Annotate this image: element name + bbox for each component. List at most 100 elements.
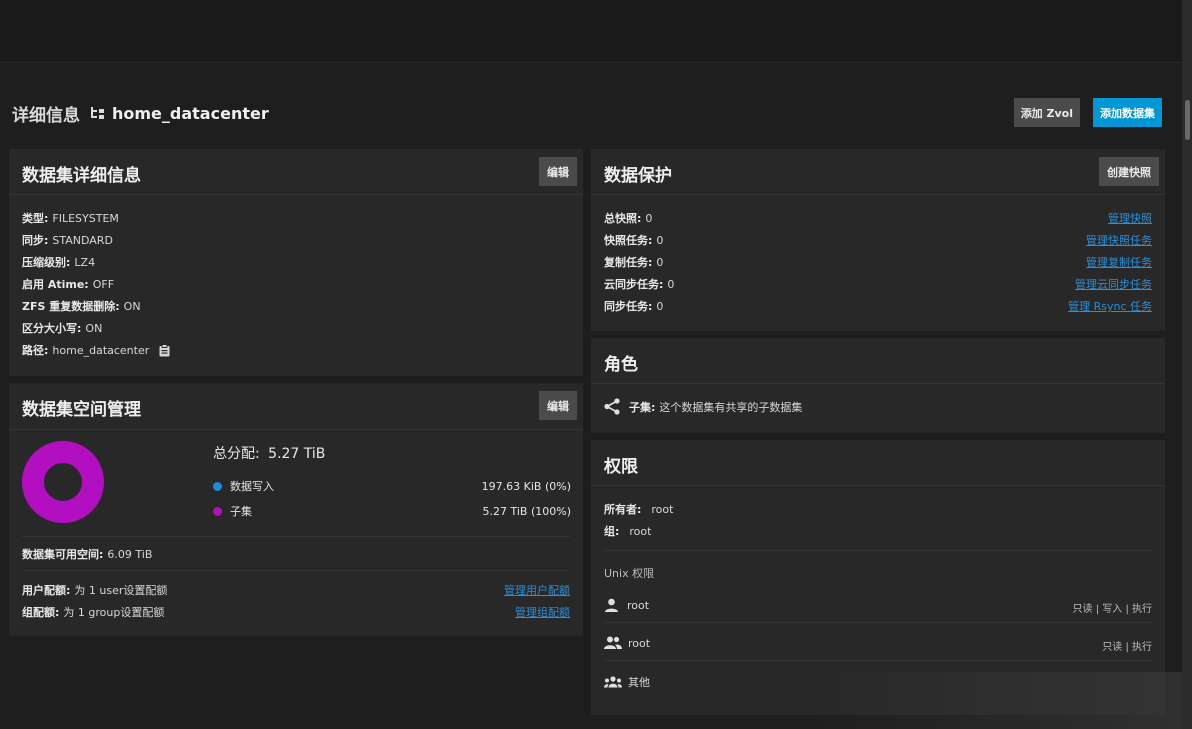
scrollbar[interactable] — [1182, 0, 1192, 729]
protection-label: 总快照: — [604, 212, 642, 225]
protection-value: 0 — [656, 299, 664, 313]
protection-row-replication: 复制任务: 0 — [604, 254, 663, 270]
legend-value: 197.63 KiB (0%) — [481, 479, 571, 493]
legend-item-children: 子集 5.27 TiB (100%) — [213, 503, 571, 519]
page-header: 详细信息 home_datacenter 添加 Zvol 添加数据集 — [12, 98, 1162, 128]
detail-row-dedup: ZFS 重复数据删除: ON — [22, 298, 141, 314]
add-zvol-button[interactable]: 添加 Zvol — [1013, 98, 1080, 127]
permissions-card: 权限 所有者: root 组: root Unix 权限 root 只读 | 写入 … — [591, 440, 1165, 715]
protection-label: 快照任务: — [604, 234, 653, 247]
page-title: 详细信息 — [12, 105, 80, 126]
divider — [9, 429, 583, 430]
donut-ring-children — [22, 441, 104, 523]
protection-label: 同步任务: — [604, 300, 653, 313]
dataset-tree-icon — [90, 106, 106, 120]
manage-replication-link[interactable]: 管理复制任务 — [1086, 254, 1152, 270]
protection-label: 云同步任务: — [604, 278, 664, 291]
detail-row-compression: 压缩级别: LZ4 — [22, 254, 95, 270]
space-donut-chart — [22, 441, 104, 523]
detail-label: 同步: — [22, 234, 49, 247]
roles-label: 子集: — [629, 400, 656, 414]
legend-name: 数据写入 — [230, 480, 274, 493]
space-management-title: 数据集空间管理 — [22, 400, 141, 420]
scrollbar-thumb[interactable] — [1185, 100, 1190, 140]
divider — [591, 194, 1165, 195]
copy-clipboard-icon[interactable] — [159, 343, 170, 357]
manage-rsync-link[interactable]: 管理 Rsync 任务 — [1068, 298, 1152, 314]
person-icon — [604, 598, 619, 613]
group-quota-label: 组配额: — [22, 606, 60, 619]
detail-label: ZFS 重复数据删除: — [22, 300, 120, 313]
protection-row-snapshots: 总快照: 0 — [604, 210, 652, 226]
protection-row-rsync: 同步任务: 0 — [604, 298, 663, 314]
permission-entry-perms: 只读 | 执行 — [1102, 642, 1152, 653]
user-quota-label: 用户配额: — [22, 584, 71, 597]
detail-value: OFF — [92, 277, 115, 291]
legend-dot-children — [213, 506, 222, 516]
detail-row-atime: 启用 Atime: OFF — [22, 276, 114, 292]
legend-name: 子集 — [230, 505, 252, 518]
edit-space-button[interactable]: 编辑 — [539, 391, 577, 420]
dataset-details-title: 数据集详细信息 — [22, 166, 141, 186]
detail-label: 压缩级别: — [22, 256, 71, 269]
detail-value: home_datacenter — [52, 343, 150, 357]
detail-row-type: 类型: FILESYSTEM — [22, 210, 119, 226]
divider — [604, 550, 1152, 551]
permissions-title: 权限 — [604, 457, 638, 477]
user-quota-value: 为 1 user设置配额 — [74, 584, 168, 597]
permission-entry-others: 其他 — [604, 674, 650, 690]
space-management-card: 数据集空间管理 编辑 总分配: 5.27 TiB 数据写入 197.63 KiB… — [9, 383, 583, 636]
dataset-details-card: 数据集详细信息 编辑 类型: FILESYSTEM 同步: STANDARD 压缩级… — [9, 149, 583, 376]
manage-snapshots-link[interactable]: 管理快照 — [1108, 210, 1152, 226]
detail-row-case: 区分大小写: ON — [22, 320, 102, 336]
user-quota-row: 用户配额: 为 1 user设置配额 — [22, 582, 167, 598]
add-dataset-button[interactable]: 添加数据集 — [1093, 98, 1162, 127]
manage-group-quota-link[interactable]: 管理组配额 — [515, 604, 570, 620]
detail-row-path: 路径: home_datacenter — [22, 342, 170, 358]
detail-label: 启用 Atime: — [22, 278, 89, 291]
total-allocation-label: 总分配: — [213, 446, 260, 462]
protection-value: 0 — [656, 255, 664, 269]
detail-label: 类型: — [22, 212, 49, 225]
legend-dot-written — [213, 481, 222, 491]
group-label: 组: — [604, 525, 620, 538]
create-snapshot-button[interactable]: 创建快照 — [1099, 157, 1159, 186]
available-space-row: 数据集可用空间: 6.09 TiB — [22, 546, 152, 562]
detail-row-sync: 同步: STANDARD — [22, 232, 113, 248]
legend-item-written: 数据写入 197.63 KiB (0%) — [213, 478, 571, 494]
detail-label: 区分大小写: — [22, 322, 82, 335]
top-bar — [0, 0, 1182, 63]
total-allocation-value: 5.27 TiB — [268, 446, 326, 462]
share-icon — [604, 398, 620, 415]
owner-row: 所有者: root — [604, 501, 673, 517]
manage-user-quota-link[interactable]: 管理用户配额 — [504, 582, 570, 598]
manage-cloud-sync-link[interactable]: 管理云同步任务 — [1075, 276, 1152, 292]
divider — [591, 383, 1165, 384]
divider — [22, 536, 570, 537]
manage-snapshot-tasks-link[interactable]: 管理快照任务 — [1086, 232, 1152, 248]
detail-value: STANDARD — [52, 233, 113, 247]
available-space-label: 数据集可用空间: — [22, 548, 104, 561]
others-icon — [604, 676, 622, 688]
roles-title: 角色 — [604, 355, 638, 375]
permission-entry-group: root — [604, 636, 650, 650]
detail-value: LZ4 — [74, 255, 96, 269]
divider — [591, 485, 1165, 486]
legend-value: 5.27 TiB (100%) — [482, 504, 572, 518]
detail-label: 路径: — [22, 344, 49, 357]
divider — [604, 660, 1152, 661]
protection-value: 0 — [645, 211, 653, 225]
permission-entry-name: 其他 — [628, 676, 650, 689]
available-space-value: 6.09 TiB — [107, 547, 153, 561]
permission-entry-name: root — [628, 636, 651, 650]
owner-label: 所有者: — [604, 503, 642, 516]
total-allocation: 总分配: 5.27 TiB — [213, 443, 325, 463]
protection-row-cloud-sync: 云同步任务: 0 — [604, 276, 674, 292]
detail-value: FILESYSTEM — [52, 211, 119, 225]
data-protection-title: 数据保护 — [604, 166, 672, 186]
edit-details-button[interactable]: 编辑 — [539, 157, 577, 186]
data-protection-card: 数据保护 创建快照 总快照: 0 管理快照 快照任务: 0 管理快照任务 复制任务:… — [591, 149, 1165, 331]
permission-entry-perms: 只读 | 写入 | 执行 — [1072, 604, 1152, 615]
permission-entry-name: root — [627, 599, 650, 612]
permission-entry-user: root — [604, 598, 649, 613]
